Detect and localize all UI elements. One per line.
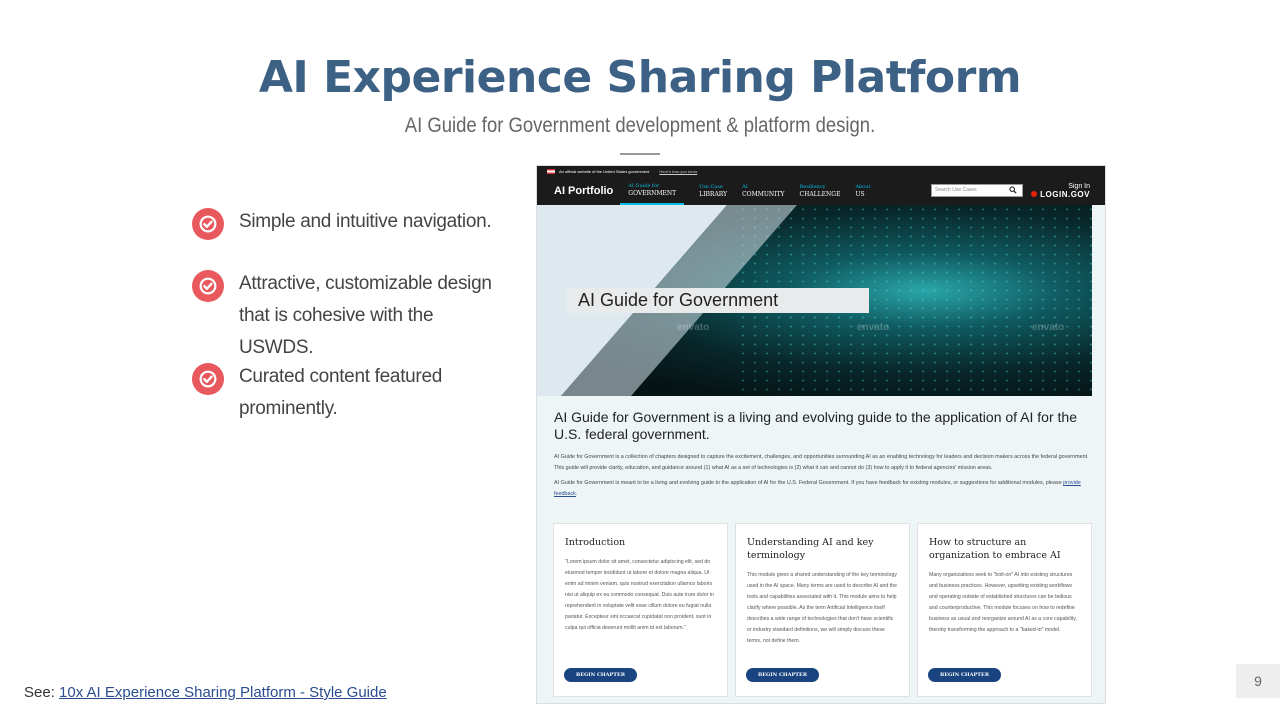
nav-item-main: CHALLENGE (799, 190, 841, 198)
login-gov-label: LOGIN.GOV (1030, 191, 1090, 199)
intro-feedback-paragraph: AI Guide for Government is meant to be a… (554, 478, 1094, 500)
nav-item-community[interactable]: AI COMMUNITY (742, 176, 784, 205)
feedback-end: . (575, 491, 578, 497)
site-brand[interactable]: AI Portfolio (554, 185, 613, 197)
feedback-text: AI Guide for Government is meant to be a… (554, 480, 1062, 486)
feature-item: Curated content featured prominently. (192, 361, 499, 425)
nav-item-small: AI Guide for (628, 182, 660, 189)
feature-item: Simple and intuitive navigation. (192, 206, 499, 240)
card-body: "Lorem ipsum dolor sit amet, consectetur… (565, 559, 714, 631)
check-circle-icon (192, 363, 224, 395)
footer-prefix: See: (24, 684, 60, 701)
nav-item-main: COMMUNITY (742, 190, 785, 198)
chapter-card: How to structure an organization to embr… (917, 523, 1092, 697)
nav-item-library[interactable]: Use Case LIBRARY (699, 176, 727, 205)
chapter-card: Introduction "Lorem ipsum dolor sit amet… (553, 523, 728, 697)
nav-item-guide[interactable]: AI Guide for GOVERNMENT (620, 176, 685, 205)
feature-text: Curated content featured prominently. (239, 366, 442, 419)
search-icon[interactable] (1009, 186, 1017, 194)
intro-heading: AI Guide for Government is a living and … (554, 409, 1077, 442)
card-body: Many organizations seek to "bolt-on" AI … (929, 572, 1077, 633)
gov-banner-link[interactable]: Here's how you know (659, 169, 697, 174)
card-title: How to structure an organization to embr… (929, 537, 1061, 561)
gov-banner: An official website of the United States… (537, 166, 1105, 176)
intro-section: AI Guide for Government is a living and … (554, 409, 1094, 504)
card-title: Understanding AI and key terminology (747, 537, 874, 561)
card-body: This module gives a shared understanding… (747, 572, 897, 644)
hero-banner: AI Guide for Government envato envato en… (537, 205, 1092, 396)
intro-paragraph: AI Guide for Government is a collection … (554, 454, 1089, 471)
footer-note: See: 10x AI Experience Sharing Platform … (24, 684, 387, 701)
sign-in-link[interactable]: Sign In LOGIN.GOV (1030, 183, 1090, 199)
begin-chapter-button[interactable]: BEGIN CHAPTER (564, 668, 637, 682)
begin-chapter-button[interactable]: BEGIN CHAPTER (746, 668, 819, 682)
platform-screenshot: An official website of the United States… (536, 165, 1106, 704)
us-flag-icon (547, 168, 555, 174)
nav-item-challenge[interactable]: Resiliency CHALLENGE (800, 176, 841, 205)
feature-text: Attractive, customizable design that is … (239, 273, 492, 358)
nav-item-small: AI (742, 183, 748, 190)
login-gov-icon (1031, 191, 1038, 197)
nav-item-main: US (855, 190, 865, 198)
nav-item-main: LIBRARY (699, 190, 728, 198)
chapter-card: Understanding AI and key terminology Thi… (735, 523, 910, 697)
page-number: 9 (1236, 664, 1280, 698)
nav-item-about[interactable]: About US (855, 176, 870, 205)
site-nav: AI Portfolio AI Guide for GOVERNMENT Use… (537, 176, 1105, 205)
card-title: Introduction (565, 537, 626, 548)
nav-item-small: Resiliency (799, 183, 826, 190)
title-divider (620, 153, 660, 155)
chapter-cards: Introduction "Lorem ipsum dolor sit amet… (553, 523, 1092, 697)
slide-title: AI Experience Sharing Platform (258, 52, 1022, 103)
gov-banner-text: An official website of the United States… (559, 168, 650, 174)
watermark: envato (1032, 322, 1065, 333)
style-guide-link[interactable]: 10x AI Experience Sharing Platform - Sty… (59, 684, 387, 701)
hero-title: AI Guide for Government (567, 288, 869, 313)
nav-item-small: About (855, 183, 871, 190)
nav-item-small: Use Case (699, 183, 723, 190)
login-gov-text: LOGIN.GOV (1040, 190, 1090, 199)
watermark: envato (677, 322, 710, 333)
slide-subtitle: AI Guide for Government development & pl… (404, 114, 876, 137)
check-circle-icon (192, 208, 224, 240)
begin-chapter-button[interactable]: BEGIN CHAPTER (928, 668, 1001, 682)
feature-text: Simple and intuitive navigation. (239, 211, 492, 232)
nav-item-main: GOVERNMENT (628, 189, 677, 197)
check-circle-icon (192, 270, 224, 302)
feature-item: Attractive, customizable design that is … (192, 268, 499, 364)
watermark: envato (857, 322, 890, 333)
